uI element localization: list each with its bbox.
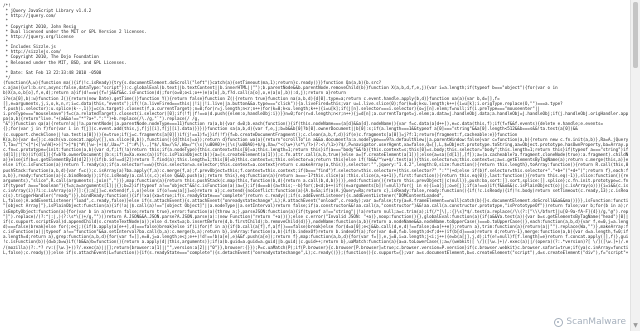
code-line: "[object Array]"},isPlainObject:function… bbox=[3, 203, 628, 209]
watermark-text: ScanMalware bbox=[566, 317, 626, 327]
code-line: !c.isFunction(b)){d=b;b=w}if(!b&&a)b=fun… bbox=[3, 239, 628, 245]
code-line: pushStack:function(a,b,d){var f=c();c.is… bbox=[3, 167, 628, 173]
code-line: isEmptyObject:function(a){for(var b in a… bbox=[3, 208, 628, 214]
source-code-view: /*! * jQuery JavaScript Library v1.4.2 *… bbox=[0, 0, 628, 331]
minified-code: (function(A,w){function ma(){if(!c.isRea… bbox=[3, 80, 628, 255]
code-line: else if(c.isFunction(a))return T.ready(a… bbox=[3, 162, 628, 168]
code-line: /(mozilla)(?:.*? rv:([\w.]+))?/.exec(a)|… bbox=[3, 244, 628, 250]
scanmalware-logo-icon bbox=[554, 317, 564, 327]
scroll-down-arrow-icon[interactable]: ▼ bbox=[632, 323, 639, 329]
scrollbar-thumb[interactable] bbox=[633, 2, 638, 68]
code-line: {};for(var j in f)for(var i in f[j])c.ev… bbox=[3, 126, 578, 132]
watermark: ScanMalware bbox=[554, 317, 626, 327]
code-line: L,false);c.ready()};else if(s.attachEven… bbox=[3, 249, 628, 255]
vertical-scrollbar[interactable]: ▼ bbox=[630, 0, 640, 331]
license-comment: /*! * jQuery JavaScript Library v1.4.2 *… bbox=[3, 3, 628, 80]
